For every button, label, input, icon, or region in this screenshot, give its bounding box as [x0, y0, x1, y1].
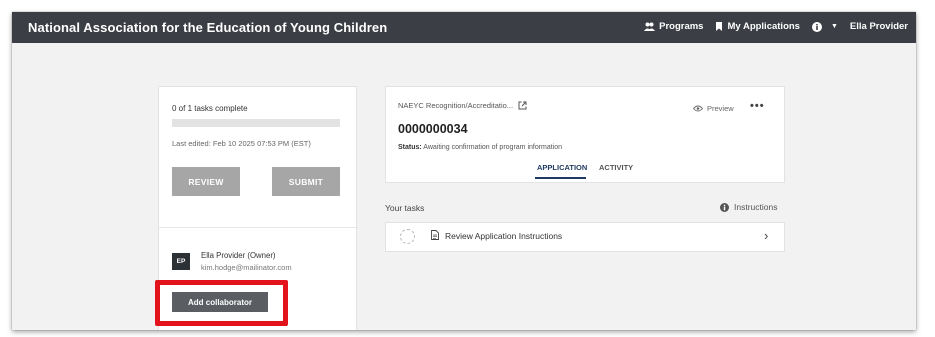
nav-user-menu[interactable]: Ella Provider — [850, 21, 908, 32]
nav-programs[interactable]: Programs — [644, 21, 703, 32]
owner-email: kim.hodge@mailinator.com — [201, 263, 292, 272]
top-navigation-bar: National Association for the Education o… — [12, 12, 916, 43]
task-row[interactable]: Review Application Instructions › — [385, 222, 785, 252]
user-name: Ella Provider — [849, 21, 908, 32]
app-title: National Association for the Education o… — [28, 20, 388, 35]
document-icon — [431, 230, 439, 240]
tab-activity[interactable]: ACTIVITY — [599, 163, 633, 172]
status-label: Status: — [398, 144, 422, 151]
info-icon — [811, 21, 822, 32]
submit-button[interactable]: SUBMIT — [272, 167, 340, 196]
chevron-down-icon: ▼ — [830, 23, 838, 30]
instructions-link[interactable]: Instructions — [720, 202, 777, 212]
progress-bar — [172, 119, 340, 127]
nav-programs-label: Programs — [659, 21, 704, 32]
application-number: 0000000034 — [398, 122, 468, 136]
more-options-icon[interactable]: ••• — [750, 100, 765, 112]
external-link-icon — [518, 101, 527, 110]
review-button[interactable]: REVIEW — [172, 167, 240, 196]
tab-application[interactable]: APPLICATION — [537, 163, 587, 172]
owner-name: Ella Provider (Owner) — [201, 251, 276, 260]
nav-info-menu[interactable]: ▼ — [811, 21, 838, 32]
instructions-label: Instructions — [734, 202, 778, 212]
preview-button[interactable]: Preview — [693, 104, 734, 113]
bookmark-icon — [716, 22, 723, 31]
panel-divider — [159, 227, 356, 228]
status-value: Awaiting confirmation of program informa… — [423, 144, 563, 151]
avatar: EP — [172, 253, 190, 270]
preview-label: Preview — [707, 104, 734, 113]
last-edited-text: Last edited: Feb 10 2025 07:53 PM (EST) — [172, 139, 311, 148]
application-header-card: NAEYC Recognition/Accreditatio... Previe… — [385, 86, 785, 183]
program-name[interactable]: NAEYC Recognition/Accreditatio... — [398, 101, 527, 110]
highlight-annotation — [155, 280, 288, 326]
users-icon — [644, 22, 656, 31]
tasks-complete-count: 0 of 1 tasks complete — [172, 104, 248, 113]
active-tab-indicator — [535, 177, 586, 179]
nav-my-applications[interactable]: My Applications — [715, 21, 800, 32]
info-icon — [720, 202, 729, 212]
your-tasks-heading: Your tasks — [385, 203, 425, 213]
application-status: Status: Awaiting confirmation of program… — [398, 144, 562, 151]
task-label: Review Application Instructions — [445, 231, 563, 241]
program-name-label: NAEYC Recognition/Accreditatio... — [398, 101, 514, 110]
nav-my-applications-label: My Applications — [727, 21, 800, 32]
chevron-right-icon: › — [764, 228, 769, 243]
top-nav: Programs My Applications ▼ Ella Provider — [632, 21, 908, 32]
eye-icon — [693, 105, 703, 112]
task-status-circle-icon — [400, 229, 415, 244]
app-window: National Association for the Education o… — [12, 12, 916, 330]
